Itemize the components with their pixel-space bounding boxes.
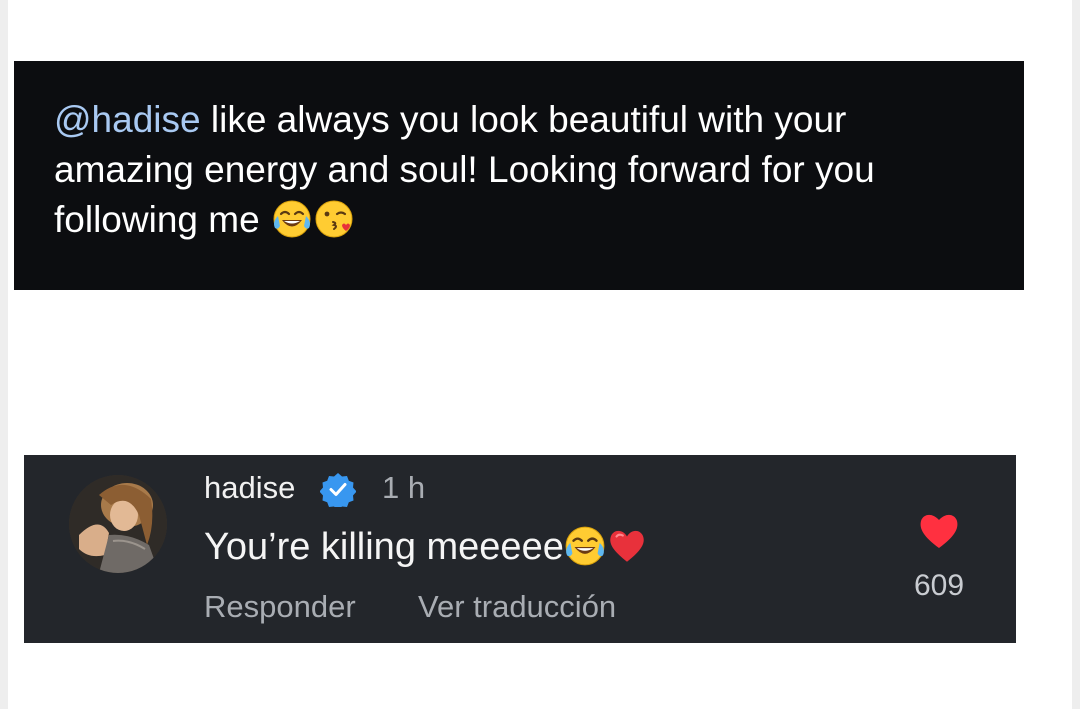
comment-text: @hadise like always you look beautiful w… — [54, 95, 994, 245]
reply-text: You’re killing meeeee — [204, 523, 648, 571]
left-edge — [0, 0, 8, 709]
tears-of-joy-emoji-icon — [273, 200, 311, 238]
avatar-photo — [69, 475, 167, 573]
right-edge — [1072, 0, 1080, 709]
respond-button[interactable]: Responder — [204, 587, 356, 627]
tears-of-joy-emoji-icon — [565, 526, 605, 566]
verified-badge-icon — [320, 473, 356, 507]
reply-card: hadise 1 h You’re killing meeeee Respond… — [24, 455, 1016, 643]
red-heart-emoji-icon — [610, 530, 644, 562]
heart-icon[interactable] — [917, 510, 961, 550]
reply-timestamp: 1 h — [382, 470, 426, 505]
reply-username[interactable]: hadise — [204, 469, 295, 507]
translate-button[interactable]: Ver traducción — [418, 587, 616, 627]
kissing-face-emoji-icon — [315, 200, 353, 238]
like-count: 609 — [913, 569, 965, 602]
mention-link[interactable]: @hadise — [54, 99, 201, 140]
avatar[interactable] — [69, 475, 167, 573]
comment-card: @hadise like always you look beautiful w… — [14, 61, 1024, 290]
reply-body: You’re killing meeeee — [204, 526, 564, 568]
